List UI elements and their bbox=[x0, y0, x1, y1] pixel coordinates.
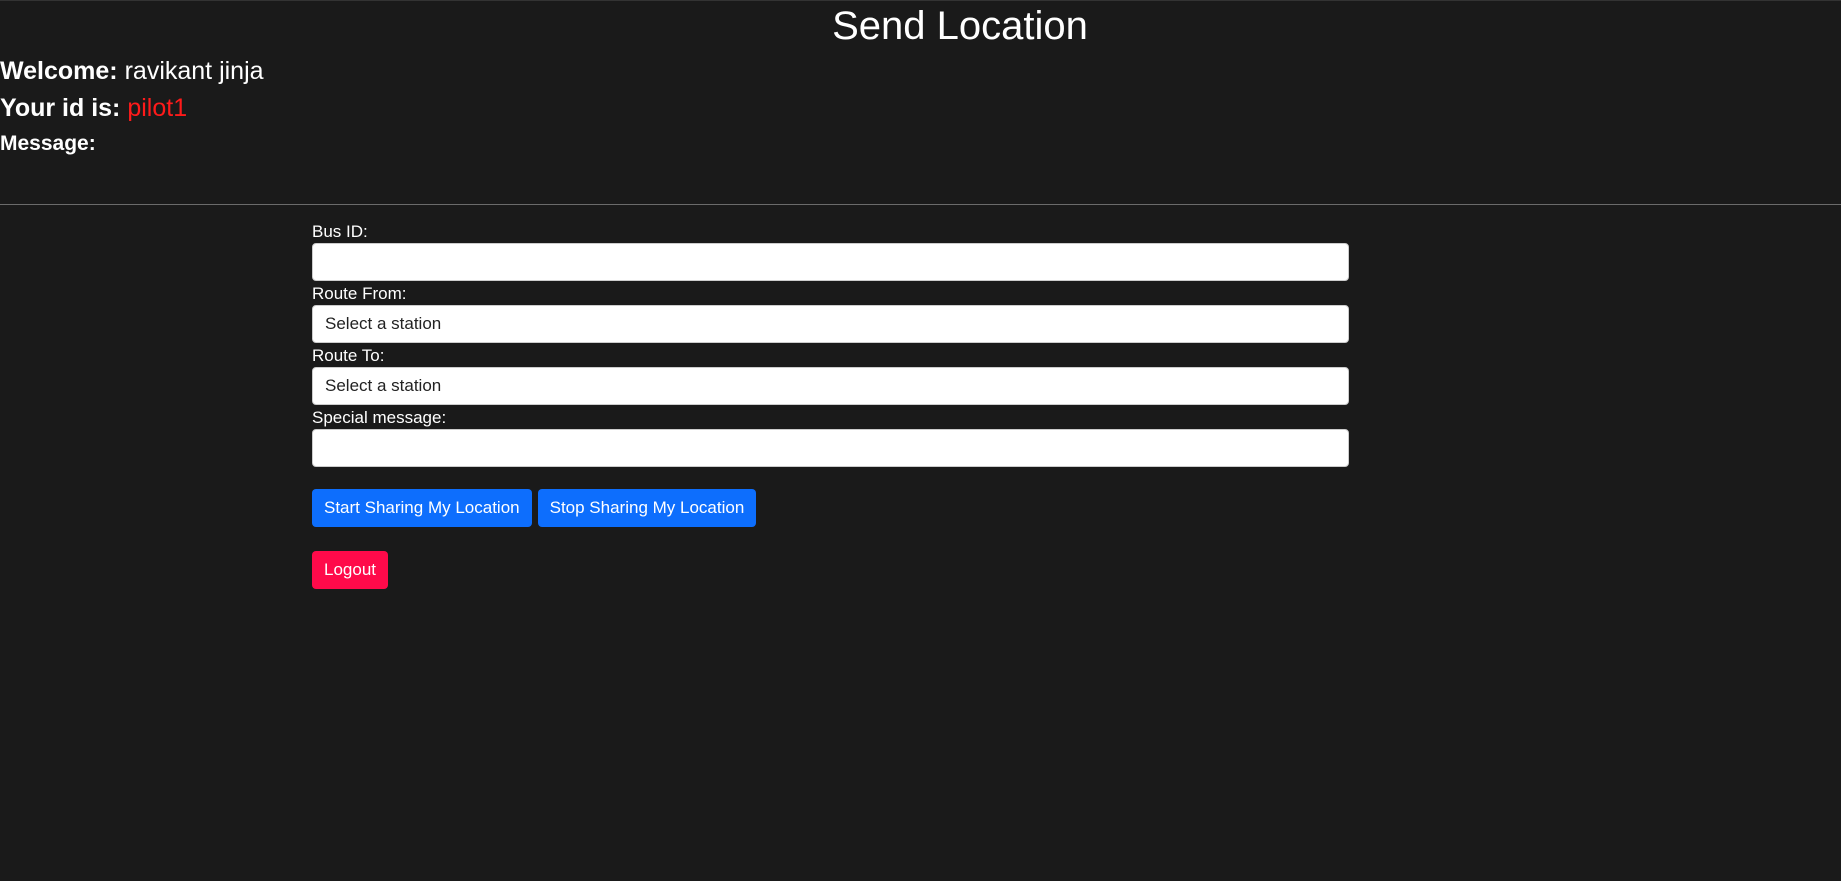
special-message-input[interactable] bbox=[312, 429, 1349, 467]
special-message-label: Special message: bbox=[312, 408, 447, 427]
welcome-label: Welcome: bbox=[0, 57, 118, 85]
welcome-line: Welcome: ravikant jinja bbox=[0, 56, 264, 86]
bus-id-label: Bus ID: bbox=[312, 222, 368, 241]
route-to-select[interactable]: Select a station bbox=[312, 367, 1349, 405]
user-id-label: Your id is: bbox=[0, 94, 121, 122]
logout-button[interactable]: Logout bbox=[312, 551, 388, 589]
sharing-buttons: Start Sharing My Location Stop Sharing M… bbox=[312, 489, 1349, 527]
location-form: Bus ID: Route From: Select a station Rou… bbox=[312, 221, 1349, 589]
message-label: Message: bbox=[0, 132, 96, 155]
route-from-select[interactable]: Select a station bbox=[312, 305, 1349, 343]
user-id-line: Your id is: pilot1 bbox=[0, 93, 187, 123]
bus-id-input[interactable] bbox=[312, 243, 1349, 281]
welcome-name: ravikant jinja bbox=[124, 57, 264, 85]
page: Send Location Welcome: ravikant jinja Yo… bbox=[0, 0, 1841, 881]
page-title: Send Location bbox=[832, 4, 1088, 48]
route-from-label: Route From: bbox=[312, 284, 407, 303]
stop-sharing-button[interactable]: Stop Sharing My Location bbox=[537, 489, 757, 527]
start-sharing-button[interactable]: Start Sharing My Location bbox=[312, 489, 532, 527]
divider bbox=[0, 204, 1841, 205]
route-to-label: Route To: bbox=[312, 346, 385, 365]
user-id-value: pilot1 bbox=[127, 94, 188, 122]
